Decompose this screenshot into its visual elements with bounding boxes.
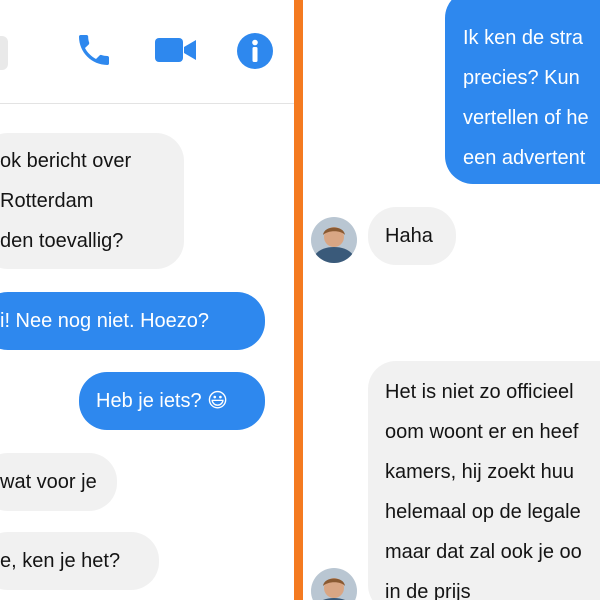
info-icon[interactable] bbox=[236, 32, 274, 75]
message-bubble-outgoing: Ik ken de stra precies? Kun vertellen of… bbox=[445, 0, 600, 184]
message-bubble-incoming: ok bericht over Rotterdam den toevallig? bbox=[0, 133, 184, 269]
avatar bbox=[311, 217, 357, 263]
message-bubble-incoming: Het is niet zo officieel oom woont er en… bbox=[368, 361, 600, 600]
header-avatar-partial bbox=[0, 36, 8, 70]
avatar bbox=[311, 568, 357, 600]
chat-header bbox=[0, 0, 294, 104]
message-bubble-incoming: Haha bbox=[368, 207, 456, 265]
message-bubble-incoming: e, ken je het? bbox=[0, 532, 159, 590]
panel-divider bbox=[294, 0, 303, 600]
video-camera-icon[interactable] bbox=[154, 34, 198, 71]
phone-icon[interactable] bbox=[74, 30, 114, 75]
message-bubble-outgoing: Heb je iets? 😃 bbox=[79, 372, 265, 430]
right-chat-panel: Ik ken de stra precies? Kun vertellen of… bbox=[303, 0, 600, 600]
message-bubble-outgoing: i! Nee nog niet. Hoezo? bbox=[0, 292, 265, 350]
message-bubble-incoming: wat voor je bbox=[0, 453, 117, 511]
left-chat-panel: ok bericht over Rotterdam den toevallig?… bbox=[0, 0, 294, 600]
